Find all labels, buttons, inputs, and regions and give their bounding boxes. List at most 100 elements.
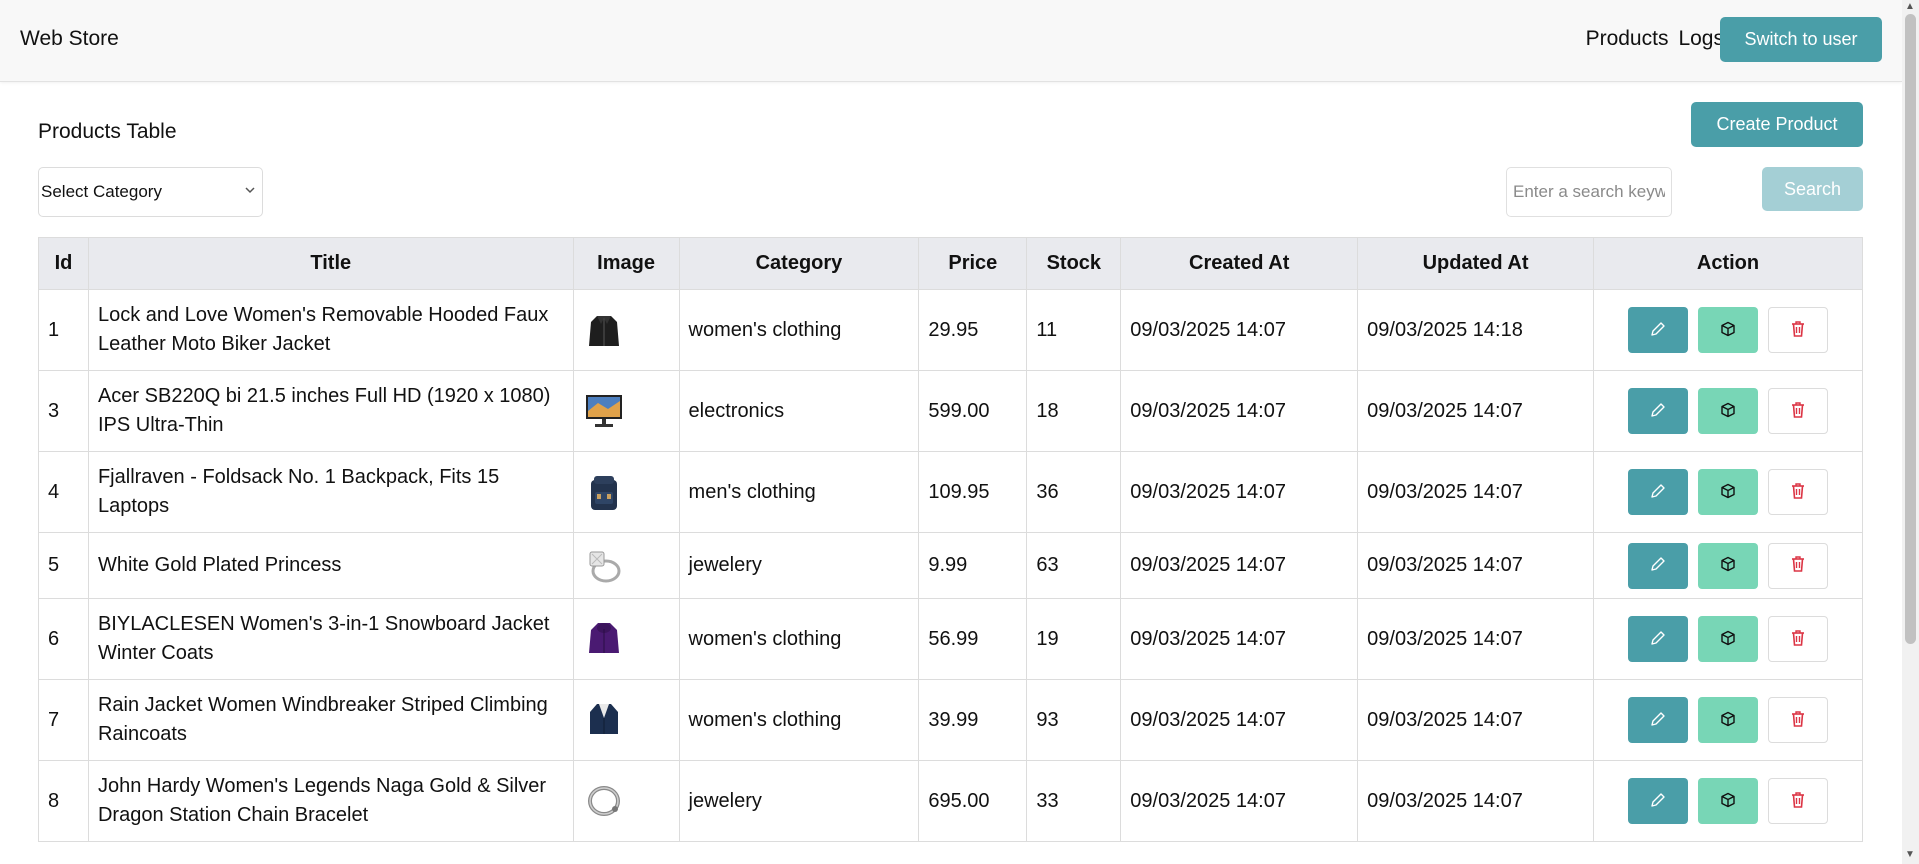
- search-button[interactable]: Search: [1762, 167, 1863, 211]
- switch-to-user-button[interactable]: Switch to user: [1720, 17, 1882, 62]
- delete-button[interactable]: [1768, 307, 1828, 353]
- cell-title: John Hardy Women's Legends Naga Gold & S…: [87, 760, 574, 842]
- edit-button[interactable]: [1628, 388, 1688, 434]
- pencil-icon: [1649, 791, 1667, 812]
- cell-category: women's clothing: [678, 289, 920, 371]
- delete-button[interactable]: [1768, 778, 1828, 824]
- edit-button[interactable]: [1628, 616, 1688, 662]
- box-icon: [1720, 630, 1736, 649]
- action-buttons: [1628, 778, 1828, 824]
- cell-price: 39.99: [918, 679, 1028, 761]
- cell-action: [1593, 532, 1863, 599]
- trash-icon: [1790, 320, 1806, 341]
- action-buttons: [1628, 307, 1828, 353]
- box-icon: [1720, 321, 1736, 340]
- cell-updated-at: 09/03/2025 14:07: [1357, 451, 1594, 533]
- trash-icon: [1790, 555, 1806, 576]
- cell-created-at: 09/03/2025 14:07: [1120, 598, 1359, 680]
- scrollbar-thumb[interactable]: [1905, 14, 1916, 644]
- action-buttons: [1628, 616, 1828, 662]
- cell-id: 7: [38, 679, 89, 761]
- cell-action: [1593, 370, 1863, 452]
- delete-button[interactable]: [1768, 469, 1828, 515]
- cell-category: women's clothing: [678, 679, 920, 761]
- cell-created-at: 09/03/2025 14:07: [1120, 370, 1359, 452]
- category-select[interactable]: Select Category: [38, 167, 263, 217]
- cell-image: [572, 370, 680, 452]
- cell-id: 5: [38, 532, 89, 599]
- column-header-id: Id: [38, 237, 89, 290]
- cell-title: Fjallraven - Foldsack No. 1 Backpack, Fi…: [87, 451, 574, 533]
- cell-image: [572, 289, 680, 371]
- edit-button[interactable]: [1628, 469, 1688, 515]
- cell-created-at: 09/03/2025 14:07: [1120, 289, 1359, 371]
- delete-button[interactable]: [1768, 388, 1828, 434]
- nav-links: Products Logs: [1586, 27, 1724, 51]
- trash-icon: [1790, 791, 1806, 812]
- delete-button[interactable]: [1768, 542, 1828, 589]
- products-table: Id Title Image Category Price Stock Crea…: [38, 237, 1863, 842]
- delete-button[interactable]: [1768, 697, 1828, 743]
- cell-created-at: 09/03/2025 14:07: [1120, 532, 1359, 599]
- stock-button[interactable]: [1698, 388, 1758, 434]
- cell-action: [1593, 451, 1863, 533]
- cell-stock: 11: [1026, 289, 1122, 371]
- stock-button[interactable]: [1698, 697, 1758, 743]
- column-header-updated-at: Updated At: [1357, 237, 1594, 290]
- cell-category: women's clothing: [678, 598, 920, 680]
- cell-stock: 33: [1026, 760, 1122, 842]
- cell-action: [1593, 760, 1863, 842]
- stock-button[interactable]: [1698, 778, 1758, 824]
- product-thumbnail: [584, 310, 669, 350]
- cell-image: [572, 451, 680, 533]
- cell-title: White Gold Plated Princess: [87, 532, 574, 599]
- pencil-icon: [1649, 555, 1667, 576]
- table-row: 3 Acer SB220Q bi 21.5 inches Full HD (192…: [38, 370, 1863, 452]
- column-header-created-at: Created At: [1120, 237, 1359, 290]
- column-header-title: Title: [87, 237, 574, 290]
- search-input[interactable]: [1506, 167, 1672, 217]
- scroll-down-arrow-icon[interactable]: ▼: [1905, 849, 1915, 860]
- edit-button[interactable]: [1628, 542, 1688, 589]
- cell-category: jewelery: [678, 760, 920, 842]
- table-row: 5 White Gold Plated Princess jewelery 9.99 6…: [38, 532, 1863, 599]
- edit-button[interactable]: [1628, 307, 1688, 353]
- stock-button[interactable]: [1698, 542, 1758, 589]
- cell-updated-at: 09/03/2025 14:07: [1357, 760, 1594, 842]
- nav-products-link[interactable]: Products: [1586, 27, 1669, 51]
- trash-icon: [1790, 710, 1806, 731]
- scroll-up-arrow-icon[interactable]: ▲: [1905, 1, 1915, 12]
- cell-stock: 19: [1026, 598, 1122, 680]
- edit-button[interactable]: [1628, 697, 1688, 743]
- table-row: 8 John Hardy Women's Legends Naga Gold & …: [38, 760, 1863, 842]
- product-thumbnail: [584, 546, 669, 586]
- stock-button[interactable]: [1698, 616, 1758, 662]
- cell-price: 9.99: [918, 532, 1028, 599]
- product-thumbnail: [584, 391, 669, 431]
- table-row: 1 Lock and Love Women's Removable Hooded …: [38, 289, 1863, 371]
- delete-button[interactable]: [1768, 616, 1828, 662]
- edit-button[interactable]: [1628, 778, 1688, 824]
- pencil-icon: [1649, 320, 1667, 341]
- cell-title: Acer SB220Q bi 21.5 inches Full HD (1920…: [87, 370, 574, 452]
- brand-logo[interactable]: Web Store: [20, 27, 119, 51]
- cell-action: [1593, 289, 1863, 371]
- cell-stock: 18: [1026, 370, 1122, 452]
- trash-icon: [1790, 629, 1806, 650]
- column-header-action: Action: [1593, 237, 1863, 290]
- stock-button[interactable]: [1698, 307, 1758, 353]
- box-icon: [1720, 711, 1736, 730]
- stock-button[interactable]: [1698, 469, 1758, 515]
- table-row: 4 Fjallraven - Foldsack No. 1 Backpack, F…: [38, 451, 1863, 533]
- page-title: Products Table: [38, 120, 177, 143]
- action-buttons: [1628, 697, 1828, 743]
- cell-price: 56.99: [918, 598, 1028, 680]
- nav-logs-link[interactable]: Logs: [1678, 27, 1724, 51]
- cell-price: 599.00: [918, 370, 1028, 452]
- cell-price: 29.95: [918, 289, 1028, 371]
- create-product-button[interactable]: Create Product: [1691, 102, 1863, 147]
- trash-icon: [1790, 401, 1806, 422]
- pencil-icon: [1649, 482, 1667, 503]
- cell-category: jewelery: [678, 532, 920, 599]
- cell-image: [572, 760, 680, 842]
